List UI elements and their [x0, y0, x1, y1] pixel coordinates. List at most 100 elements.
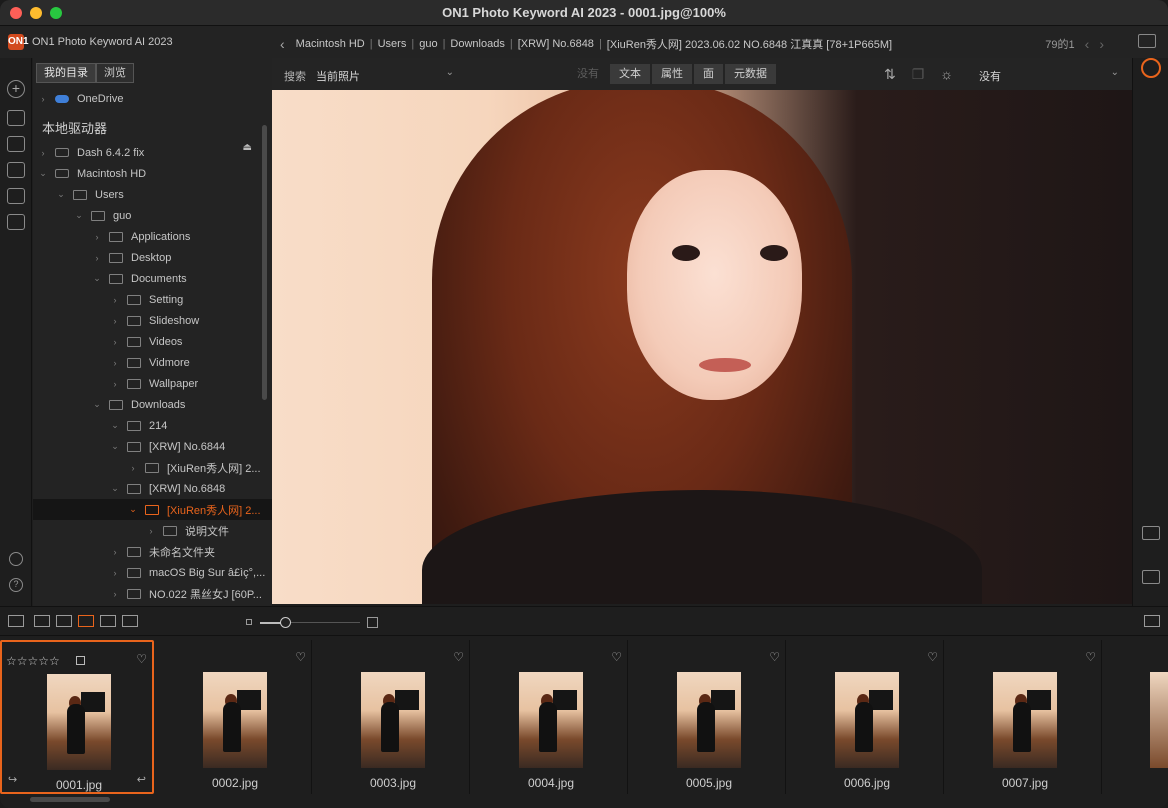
grid-view-icon[interactable]: [34, 615, 50, 627]
expand-icon[interactable]: ›: [145, 526, 157, 536]
collapse-icon[interactable]: ⌄: [127, 504, 139, 515]
folder-tree-row[interactable]: ⌄ guo: [33, 205, 272, 226]
slider-knob[interactable]: [280, 617, 291, 628]
filter-none[interactable]: 没有: [568, 64, 608, 84]
folder-tree-row[interactable]: › Desktop: [33, 247, 272, 268]
rating-stars[interactable]: ☆☆☆☆☆: [6, 654, 60, 668]
folder-tree-row[interactable]: › Dash 6.4.2 fix: [33, 142, 272, 163]
close-window-button[interactable]: [10, 7, 22, 19]
search-scope-dropdown[interactable]: 当前照片 ⌄: [316, 67, 454, 84]
folder-tree-row[interactable]: ⌄ Downloads: [33, 394, 272, 415]
expand-icon[interactable]: ›: [109, 337, 121, 347]
zoom-window-button[interactable]: [50, 7, 62, 19]
folder-tree-row[interactable]: ⌄ Macintosh HD: [33, 163, 272, 184]
filter-attributes[interactable]: 属性: [652, 64, 692, 84]
partial-thumbnail-image[interactable]: [1150, 672, 1168, 768]
folder-tree-row[interactable]: › Setting: [33, 289, 272, 310]
panel-toggle-icon[interactable]: [8, 615, 24, 627]
back-icon[interactable]: ‹: [280, 37, 285, 51]
albums-icon[interactable]: [7, 214, 25, 230]
collapse-icon[interactable]: ⌄: [109, 441, 121, 452]
lighting-dropdown[interactable]: 没有 ⌄: [979, 67, 1119, 84]
filter-faces[interactable]: 面: [694, 64, 723, 84]
filmstrip-thumbnail[interactable]: ♡ 0003.jpg: [316, 640, 470, 794]
expand-icon[interactable]: ›: [109, 568, 121, 578]
filmstrip-thumbnail[interactable]: ♡ 0004.jpg: [474, 640, 628, 794]
previous-image-icon[interactable]: ‹: [1085, 37, 1090, 51]
folder-tree-row[interactable]: › Videos: [33, 331, 272, 352]
help-icon[interactable]: ?: [9, 578, 23, 592]
tab-browse[interactable]: 浏览: [96, 63, 134, 83]
favorite-heart-icon[interactable]: ♡: [611, 650, 622, 664]
expand-icon[interactable]: ›: [109, 316, 121, 326]
compare-view-icon[interactable]: [100, 615, 116, 627]
breadcrumb-item[interactable]: guo: [419, 38, 437, 50]
collapse-icon[interactable]: ⌄: [109, 420, 121, 431]
thumbnail-size-slider[interactable]: [246, 617, 378, 629]
next-image-icon[interactable]: ›: [1099, 37, 1104, 51]
expand-icon[interactable]: ›: [37, 94, 49, 104]
filmstrip-thumbnail[interactable]: ☆☆☆☆☆ ↪ ↩ ♡ 0001.jpg: [0, 640, 154, 794]
sort-icon[interactable]: ⇅: [884, 66, 896, 83]
select-checkbox-icon[interactable]: [76, 656, 85, 665]
folder-tree-row[interactable]: › Applications: [33, 226, 272, 247]
favorite-heart-icon[interactable]: ♡: [1085, 650, 1096, 664]
print-icon[interactable]: [1142, 526, 1160, 540]
collapse-icon[interactable]: ⌄: [109, 483, 121, 494]
folder-tree-row[interactable]: › [XiuRen秀人网] 2...: [33, 457, 272, 478]
eject-icon[interactable]: ⏏: [243, 142, 252, 153]
folder-tree-row[interactable]: ⌄ [XRW] No.6848: [33, 478, 272, 499]
collapse-icon[interactable]: ⌄: [91, 399, 103, 410]
collapse-icon[interactable]: ⌄: [37, 168, 49, 179]
folder-tree-row[interactable]: › 说明文件: [33, 520, 272, 541]
folder-tree-row[interactable]: › Vidmore: [33, 352, 272, 373]
expand-icon[interactable]: ›: [109, 295, 121, 305]
favorite-heart-icon[interactable]: ♡: [295, 650, 306, 664]
onedrive-row[interactable]: › OneDrive: [33, 88, 272, 109]
breadcrumb-item[interactable]: [XiuRen秀人网] 2023.06.02 NO.6848 江真真 [78+1…: [607, 36, 892, 52]
expand-icon[interactable]: ›: [91, 232, 103, 242]
folder-tree-row[interactable]: › Wallpaper: [33, 373, 272, 394]
expand-icon[interactable]: ›: [109, 358, 121, 368]
map-view-icon[interactable]: [122, 615, 138, 627]
favorite-heart-icon[interactable]: ♡: [136, 652, 147, 666]
user-icon[interactable]: [9, 552, 23, 566]
right-panel-toggle-icon[interactable]: [1144, 615, 1160, 627]
expand-icon[interactable]: ›: [91, 253, 103, 263]
favorite-heart-icon[interactable]: ♡: [453, 650, 464, 664]
breadcrumb-item[interactable]: Users: [378, 38, 407, 50]
filmstrip-view-icon[interactable]: [78, 615, 94, 627]
folder-tree-row[interactable]: › NO.022 黑丝女J [60P...: [33, 583, 272, 604]
folder-tree-row[interactable]: › macOS Big Sur â£ìç°,...: [33, 562, 272, 583]
breadcrumb-item[interactable]: Macintosh HD: [296, 38, 365, 50]
add-icon[interactable]: +: [7, 80, 25, 98]
expand-icon[interactable]: ›: [127, 463, 139, 473]
folder-tree-row[interactable]: ⌄ Users: [33, 184, 272, 205]
folder-tree-row[interactable]: ⌄ [XRW] No.6844: [33, 436, 272, 457]
filmstrip-thumbnail[interactable]: ♡ 0006.jpg: [790, 640, 944, 794]
display-icon[interactable]: [7, 110, 25, 126]
tab-my-catalog[interactable]: 我的目录: [36, 63, 96, 83]
folder-search-icon[interactable]: [7, 162, 25, 178]
drive-icon[interactable]: [7, 188, 25, 204]
breadcrumb-item[interactable]: [XRW] No.6848: [518, 38, 594, 50]
expand-icon[interactable]: ›: [109, 379, 121, 389]
lighting-icon[interactable]: ☼: [940, 66, 953, 83]
favorite-heart-icon[interactable]: ♡: [927, 650, 938, 664]
favorite-heart-icon[interactable]: ♡: [769, 650, 780, 664]
main-photo-viewer[interactable]: [272, 90, 1132, 604]
detail-view-icon[interactable]: [56, 615, 72, 627]
filter-text[interactable]: 文本: [610, 64, 650, 84]
folder-tree-row[interactable]: › Slideshow: [33, 310, 272, 331]
share-icon[interactable]: [1142, 570, 1160, 584]
folder-tree-row[interactable]: ⌄ 214: [33, 415, 272, 436]
collapse-icon[interactable]: ⌄: [73, 210, 85, 221]
filmstrip-thumbnail[interactable]: ♡ 0005.jpg: [632, 640, 786, 794]
folder-tree-row[interactable]: ⌄ [XiuRen秀人网] 2...: [33, 499, 272, 520]
expand-icon[interactable]: ›: [109, 589, 121, 599]
filmstrip-scrollbar[interactable]: [30, 797, 110, 802]
breadcrumb-item[interactable]: Downloads: [450, 38, 504, 50]
compare-icon[interactable]: ❐: [912, 66, 925, 83]
collapse-icon[interactable]: ⌄: [55, 189, 67, 200]
expand-icon[interactable]: ›: [37, 148, 49, 158]
